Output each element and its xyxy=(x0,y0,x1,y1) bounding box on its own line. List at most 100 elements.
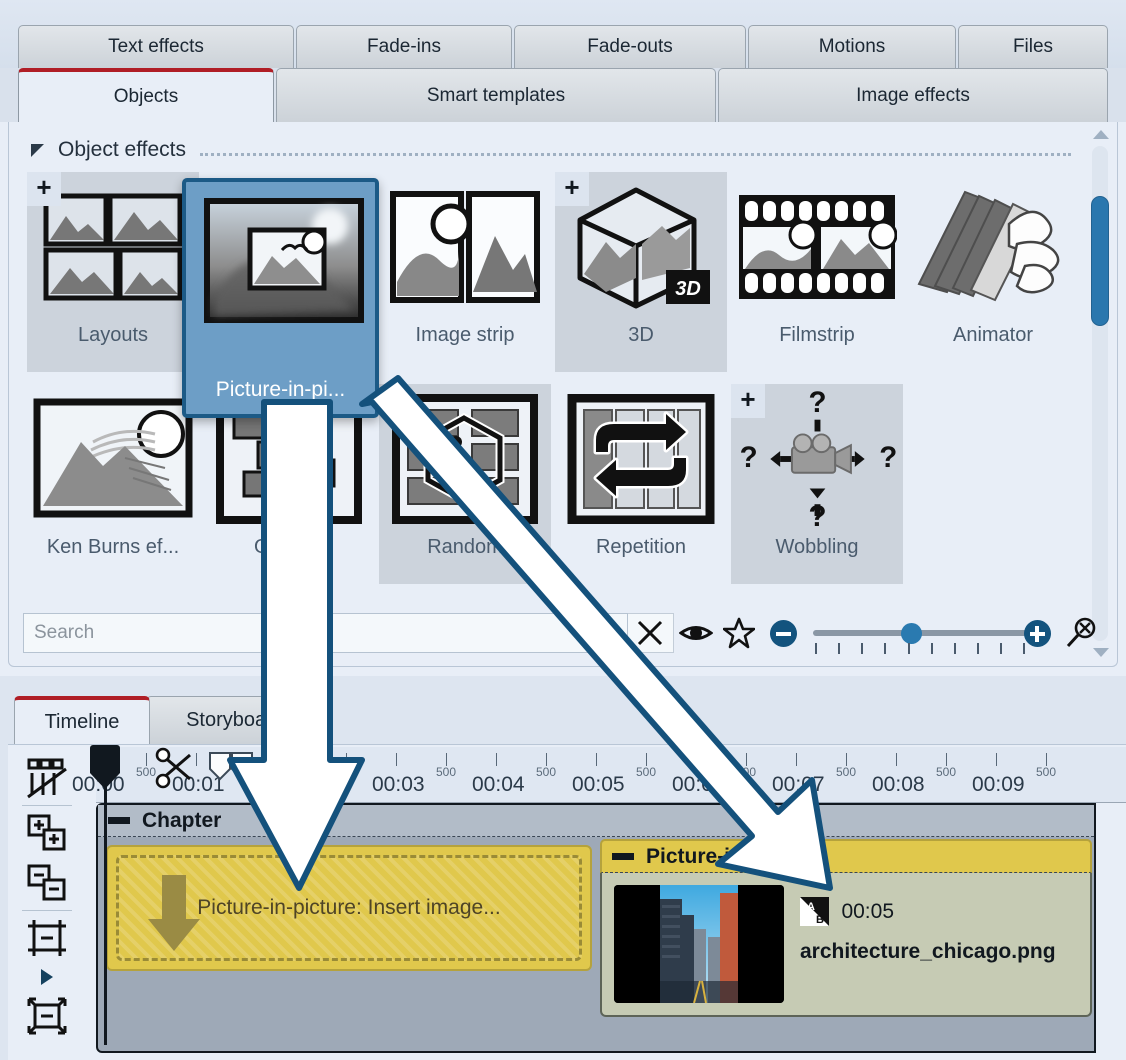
object-effects-panel: Object effects + Layouts xyxy=(8,122,1118,667)
ruler-label: 00:02 xyxy=(272,773,325,797)
add-track-icon[interactable] xyxy=(14,808,80,858)
chevron-up-icon[interactable] xyxy=(1093,130,1109,139)
plus-badge-icon[interactable]: + xyxy=(731,384,765,418)
zoom-out-button[interactable] xyxy=(761,611,805,655)
drop-target-clip[interactable]: Picture-in-picture: Insert image... xyxy=(106,845,592,971)
ruler-half-label: 500 xyxy=(336,765,356,779)
ruler-half-label: 500 xyxy=(736,765,756,779)
effect-tile-layouts[interactable]: + Layouts xyxy=(27,172,199,372)
tab-storyboard[interactable]: Storyboard xyxy=(146,696,324,744)
tab-fade-ins[interactable]: Fade-ins xyxy=(296,25,512,68)
ruler-label: 00:03 xyxy=(372,773,425,797)
effect-tile-image-strip[interactable]: Image strip xyxy=(379,172,551,372)
ruler-label: 00:06 xyxy=(672,773,725,797)
svg-text:3D: 3D xyxy=(675,278,701,300)
effect-tile-wobbling[interactable]: + ? ? ? ? xyxy=(731,384,903,584)
svg-text:B: B xyxy=(816,914,824,926)
minus-icon[interactable] xyxy=(612,853,634,860)
tab-label: Files xyxy=(1013,36,1053,58)
tab-image-effects[interactable]: Image effects xyxy=(718,68,1108,122)
timeline-ruler[interactable]: 00:00 500 00:01 500 00:02 500 00:03 500 … xyxy=(96,747,1126,803)
ken-burns-icon xyxy=(27,384,199,534)
track-label: Chapter xyxy=(142,809,221,833)
eye-icon[interactable] xyxy=(674,611,718,655)
top-tab-strip: Text effects Fade-ins Fade-outs Motions … xyxy=(0,0,1126,68)
range-marker-icon[interactable] xyxy=(208,751,254,786)
plus-circle-icon[interactable] xyxy=(1024,620,1051,647)
timeline-tracks: Chapter Picture-in-picture: Insert image… xyxy=(96,803,1096,1053)
triangle-down-icon[interactable] xyxy=(31,144,44,157)
tab-timeline[interactable]: Timeline xyxy=(14,696,150,744)
plus-badge-icon[interactable]: + xyxy=(555,172,589,206)
repetition-icon xyxy=(555,384,727,534)
tab-label: Storyboard xyxy=(186,709,284,732)
section-header[interactable]: Object effects xyxy=(31,138,1071,162)
tab-label: Text effects xyxy=(108,36,204,58)
tab-label: Fade-ins xyxy=(367,36,441,58)
effect-tile-picture-in-picture-selected[interactable]: Picture-in-pi... xyxy=(182,178,379,418)
effect-label: Ken Burns ef... xyxy=(27,536,199,559)
minus-icon[interactable] xyxy=(108,817,130,824)
svg-text:?: ? xyxy=(808,386,826,419)
random-icon xyxy=(379,384,551,534)
ruler-half-label: 500 xyxy=(436,765,456,779)
ruler-label: 00:07 xyxy=(772,773,825,797)
star-icon[interactable] xyxy=(717,611,761,655)
search-input[interactable] xyxy=(23,613,628,653)
tab-text-effects[interactable]: Text effects xyxy=(18,25,294,68)
effect-label: Overlap xyxy=(203,536,375,559)
image-strip-icon xyxy=(379,172,551,322)
close-x-icon[interactable] xyxy=(628,613,674,653)
tab-label: Image effects xyxy=(856,85,970,107)
effect-tile-ken-burns[interactable]: Ken Burns ef... xyxy=(27,384,199,584)
pip-track-header[interactable]: Picture-in-picture xyxy=(600,839,1092,873)
effect-tile-filmstrip[interactable]: Filmstrip xyxy=(731,172,903,372)
timeline-tool-column xyxy=(14,753,80,1053)
effect-label: Wobbling xyxy=(731,536,903,559)
playhead[interactable] xyxy=(90,745,120,789)
multi-track-icon[interactable] xyxy=(14,753,80,803)
divider xyxy=(22,805,72,806)
ruler-label: 00:08 xyxy=(872,773,925,797)
slider-knob[interactable] xyxy=(901,623,922,644)
tab-objects[interactable]: Objects xyxy=(18,68,274,122)
playhead-line xyxy=(104,745,107,1045)
track-height-decrease-icon[interactable] xyxy=(14,913,80,963)
divider xyxy=(22,910,72,911)
video-editor-window: Text effects Fade-ins Fade-outs Motions … xyxy=(0,0,1126,1060)
remove-track-icon[interactable] xyxy=(14,858,80,908)
tab-label: Fade-outs xyxy=(587,36,673,58)
zoom-slider[interactable] xyxy=(805,611,1015,655)
ab-transition-icon: A B xyxy=(800,897,829,926)
minus-circle-icon[interactable] xyxy=(770,620,797,647)
chapter-track-header[interactable]: Chapter xyxy=(98,805,1094,837)
effect-tile-animator[interactable]: Animator xyxy=(907,172,1079,372)
scissors-icon[interactable] xyxy=(154,745,200,796)
fit-track-icon[interactable] xyxy=(14,991,80,1041)
dotted-separator xyxy=(200,153,1071,156)
ruler-half-label: 500 xyxy=(636,765,656,779)
picture-in-picture-group[interactable]: Picture-in-picture xyxy=(600,839,1092,1017)
tab-fade-outs[interactable]: Fade-outs xyxy=(514,25,746,68)
slider-ticks xyxy=(815,643,1025,654)
ruler-half-label: 500 xyxy=(536,765,556,779)
effect-tile-random[interactable]: Random xyxy=(379,384,551,584)
expand-arrow-icon[interactable] xyxy=(14,963,80,991)
scrollbar-thumb[interactable] xyxy=(1091,196,1109,326)
pip-clip[interactable]: A B 00:05 architecture_chicago.png xyxy=(600,873,1092,1017)
tab-files[interactable]: Files xyxy=(958,25,1108,68)
effect-tile-3d[interactable]: + 3D 3D xyxy=(555,172,727,372)
tab-motions[interactable]: Motions xyxy=(748,25,956,68)
architecture-chicago-thumbnail xyxy=(614,885,784,1003)
timeline-area: Timeline Storyboard xyxy=(0,676,1126,1060)
tab-label: Timeline xyxy=(45,711,120,734)
plus-badge-icon[interactable]: + xyxy=(27,172,61,206)
effect-label: Repetition xyxy=(555,536,727,559)
magnifier-reset-icon[interactable] xyxy=(1059,611,1103,655)
effect-label: Random xyxy=(379,536,551,559)
effect-label: Filmstrip xyxy=(731,324,903,347)
effect-tile-repetition[interactable]: Repetition xyxy=(555,384,727,584)
effect-label: Picture-in-pi... xyxy=(186,378,375,402)
effects-scrollbar[interactable] xyxy=(1087,126,1113,661)
tab-smart-templates[interactable]: Smart templates xyxy=(276,68,716,122)
